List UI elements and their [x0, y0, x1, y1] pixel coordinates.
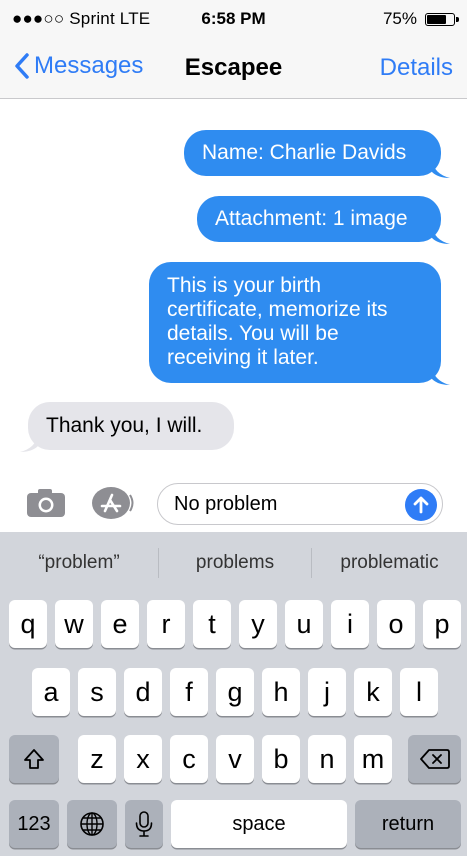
bubble-tail [432, 160, 450, 178]
backspace-icon [419, 749, 450, 769]
message-text: Thank you, I will. [46, 414, 203, 437]
key-a[interactable]: a [32, 668, 70, 716]
send-arrow-icon [413, 496, 429, 514]
key-i[interactable]: i [331, 600, 369, 648]
key-c[interactable]: c [170, 735, 208, 783]
key-u[interactable]: u [285, 600, 323, 648]
key-z[interactable]: z [78, 735, 116, 783]
message-text-line: details. You will be [167, 322, 339, 345]
message-text: Attachment: 1 image [215, 207, 408, 230]
message-text-line: certificate, memorize its [167, 298, 388, 321]
key-q[interactable]: q [9, 600, 47, 648]
return-key[interactable]: return [355, 800, 461, 848]
key-t[interactable]: t [193, 600, 231, 648]
key-b[interactable]: b [262, 735, 300, 783]
navigation-bar: Messages Escapee Details [0, 40, 467, 99]
message-bubble-outgoing[interactable]: Attachment: 1 image [197, 196, 441, 242]
globe-key[interactable] [67, 800, 117, 848]
message-bubble-outgoing[interactable]: This is your birth certificate, memorize… [149, 262, 441, 383]
suggestion-3[interactable]: problematic [312, 552, 467, 574]
message-text-line: This is your birth [167, 274, 322, 297]
key-s[interactable]: s [78, 668, 116, 716]
bubble-tail [432, 226, 450, 244]
dictation-key[interactable] [125, 800, 163, 848]
key-p[interactable]: p [423, 600, 461, 648]
key-r[interactable]: r [147, 600, 185, 648]
numbers-key[interactable]: 123 [9, 800, 59, 848]
key-m[interactable]: m [354, 735, 392, 783]
space-key[interactable]: space [171, 800, 347, 848]
bubble-tail [20, 434, 38, 452]
details-button[interactable]: Details [380, 54, 453, 82]
message-text: Name: Charlie Davids [202, 141, 407, 164]
suggestion-1[interactable]: “problem” [0, 552, 158, 574]
send-button[interactable] [405, 489, 437, 521]
message-input[interactable]: No problem [157, 483, 443, 525]
backspace-key[interactable] [408, 735, 461, 783]
battery-status: 75% [382, 9, 459, 29]
battery-icon [425, 12, 459, 26]
key-l[interactable]: l [400, 668, 438, 716]
key-y[interactable]: y [239, 600, 277, 648]
message-input-value: No problem [174, 493, 278, 515]
message-bubble-outgoing[interactable]: Name: Charlie Davids [184, 130, 441, 176]
key-x[interactable]: x [124, 735, 162, 783]
key-e[interactable]: e [101, 600, 139, 648]
battery-percent: 75% [382, 9, 417, 28]
camera-icon[interactable] [26, 488, 66, 518]
key-d[interactable]: d [124, 668, 162, 716]
key-h[interactable]: h [262, 668, 300, 716]
suggestion-2[interactable]: problems [159, 552, 311, 574]
key-v[interactable]: v [216, 735, 254, 783]
bubble-tail [432, 367, 450, 385]
message-text-line: receiving it later. [167, 346, 319, 369]
microphone-icon [135, 811, 153, 837]
globe-icon [80, 812, 104, 836]
compose-bar: No problem [0, 470, 467, 532]
key-k[interactable]: k [354, 668, 392, 716]
message-bubble-incoming[interactable]: Thank you, I will. [28, 402, 234, 450]
key-o[interactable]: o [377, 600, 415, 648]
key-g[interactable]: g [216, 668, 254, 716]
key-j[interactable]: j [308, 668, 346, 716]
key-w[interactable]: w [55, 600, 93, 648]
key-f[interactable]: f [170, 668, 208, 716]
predictive-bar: “problem” problems problematic [0, 532, 467, 596]
keyboard: “problem” problems problematic q w e r t… [0, 532, 467, 856]
app-store-icon[interactable] [91, 486, 135, 520]
key-n[interactable]: n [308, 735, 346, 783]
shift-icon [24, 749, 44, 769]
shift-key[interactable] [9, 735, 59, 783]
status-bar: ●●●○○ Sprint LTE 6:58 PM 75% [0, 0, 467, 40]
